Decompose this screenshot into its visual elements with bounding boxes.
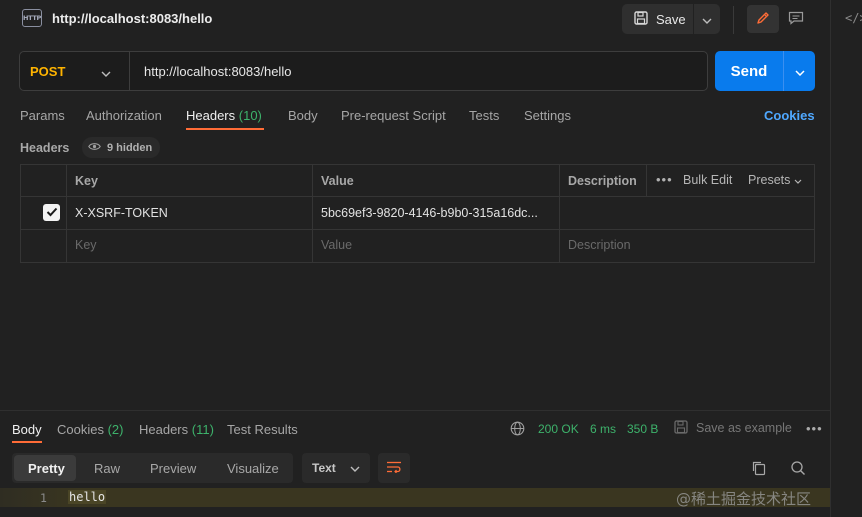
format-label: Text — [312, 461, 336, 475]
hidden-headers-toggle[interactable]: 9 hidden — [82, 137, 161, 158]
active-response-tab-indicator — [12, 441, 42, 443]
table-divider — [66, 164, 67, 263]
chevron-down-icon — [702, 12, 712, 27]
hidden-count-label: 9 hidden — [107, 141, 153, 154]
search-icon[interactable] — [790, 460, 806, 479]
cookies-link[interactable]: Cookies — [764, 108, 815, 123]
chevron-down-icon[interactable] — [101, 65, 111, 80]
code-icon[interactable]: </> — [845, 11, 862, 25]
format-select[interactable]: Text — [302, 453, 370, 483]
response-tab-headers-label: Headers — [139, 422, 189, 437]
header-description-cell[interactable] — [568, 206, 804, 222]
toolbar-divider — [733, 6, 734, 34]
active-tab-indicator — [186, 128, 264, 130]
response-tab-headers-count: (11) — [191, 422, 214, 437]
pencil-icon — [756, 11, 770, 28]
tab-body[interactable]: Body — [288, 108, 318, 123]
globe-icon[interactable] — [510, 421, 525, 439]
response-tab-cookies-label: Cookies — [57, 422, 104, 437]
send-options-button[interactable] — [783, 51, 815, 91]
comments-button[interactable] — [780, 5, 812, 33]
save-icon — [634, 10, 648, 28]
chevron-down-icon — [794, 64, 805, 79]
table-divider — [312, 164, 313, 263]
status-code[interactable]: 200 OK — [538, 422, 579, 436]
watermark: @稀土掘金技术社区 — [676, 490, 812, 508]
column-header-key: Key — [75, 174, 98, 188]
url-divider — [129, 52, 130, 90]
header-enabled-checkbox[interactable] — [43, 204, 60, 221]
header-key-cell[interactable]: X-XSRF-TOKEN — [75, 206, 168, 220]
new-header-description-input[interactable]: Description — [568, 238, 631, 252]
view-mode-preview[interactable]: Preview — [150, 461, 196, 476]
url-bar — [19, 51, 708, 91]
tab-params[interactable]: Params — [20, 108, 65, 123]
more-options-icon[interactable]: ••• — [806, 421, 823, 436]
tab-pre-request-script[interactable]: Pre-request Script — [341, 108, 446, 123]
response-body-text[interactable]: hello — [68, 490, 107, 504]
view-mode-raw[interactable]: Raw — [94, 461, 120, 476]
wrap-lines-icon — [386, 461, 402, 476]
right-sidebar — [830, 0, 862, 517]
table-divider — [559, 164, 560, 263]
table-divider — [20, 229, 815, 230]
save-label: Save — [656, 11, 686, 27]
new-header-value-input[interactable]: Value — [321, 238, 352, 252]
column-header-value: Value — [321, 174, 354, 188]
response-divider[interactable] — [0, 410, 830, 411]
tab-headers-label: Headers — [186, 108, 236, 123]
line-number: 1 — [40, 491, 47, 505]
response-tab-cookies-count: (2) — [107, 422, 124, 437]
chevron-down-icon — [350, 461, 360, 475]
tab-settings[interactable]: Settings — [524, 108, 571, 123]
wrap-lines-button[interactable] — [378, 453, 410, 483]
method-select[interactable]: POST — [30, 64, 65, 79]
new-header-key-input[interactable]: Key — [75, 238, 97, 252]
column-header-description: Description — [568, 174, 637, 188]
more-options-icon[interactable]: ••• — [656, 172, 673, 187]
url-input[interactable]: http://localhost:8083/hello — [144, 64, 291, 79]
send-button-group: Send — [715, 51, 815, 91]
tab-authorization[interactable]: Authorization — [86, 108, 162, 123]
checkmark-icon — [46, 205, 58, 220]
response-size[interactable]: 350 B — [627, 422, 658, 436]
response-tab-headers[interactable]: Headers (11) — [139, 422, 214, 437]
table-divider — [20, 196, 815, 197]
chevron-down-icon — [794, 173, 802, 187]
view-mode-visualize[interactable]: Visualize — [227, 461, 279, 476]
comment-icon — [788, 11, 804, 28]
headers-section-label: Headers — [20, 141, 70, 155]
tab-tests[interactable]: Tests — [469, 108, 499, 123]
save-button[interactable]: Save — [622, 4, 694, 34]
save-button-group: Save — [622, 4, 720, 34]
send-button[interactable]: Send — [715, 51, 783, 91]
save-options-button[interactable] — [694, 4, 720, 34]
copy-icon[interactable] — [751, 460, 767, 479]
presets-dropdown[interactable]: Presets — [748, 173, 802, 187]
presets-label: Presets — [748, 173, 791, 187]
bulk-edit-button[interactable]: Bulk Edit — [683, 173, 732, 187]
tab-headers[interactable]: Headers (10) — [186, 108, 262, 123]
response-time[interactable]: 6 ms — [590, 422, 616, 436]
header-value-cell[interactable]: 5bc69ef3-9820-4146-b9b0-315a16dc... — [321, 206, 538, 220]
save-as-example-button[interactable]: Save as example — [696, 421, 792, 435]
request-title[interactable]: http://localhost:8083/hello — [52, 11, 212, 26]
response-tab-body[interactable]: Body — [12, 422, 42, 437]
tab-headers-count: (10) — [238, 108, 262, 123]
eye-icon — [88, 142, 101, 154]
view-mode-pretty[interactable]: Pretty — [28, 461, 65, 476]
http-request-icon: HTTP — [22, 9, 42, 27]
response-tab-cookies[interactable]: Cookies (2) — [57, 422, 123, 437]
save-example-icon — [674, 420, 688, 437]
edit-button[interactable] — [747, 5, 779, 33]
response-tab-test-results[interactable]: Test Results — [227, 422, 298, 437]
table-divider — [646, 164, 647, 197]
